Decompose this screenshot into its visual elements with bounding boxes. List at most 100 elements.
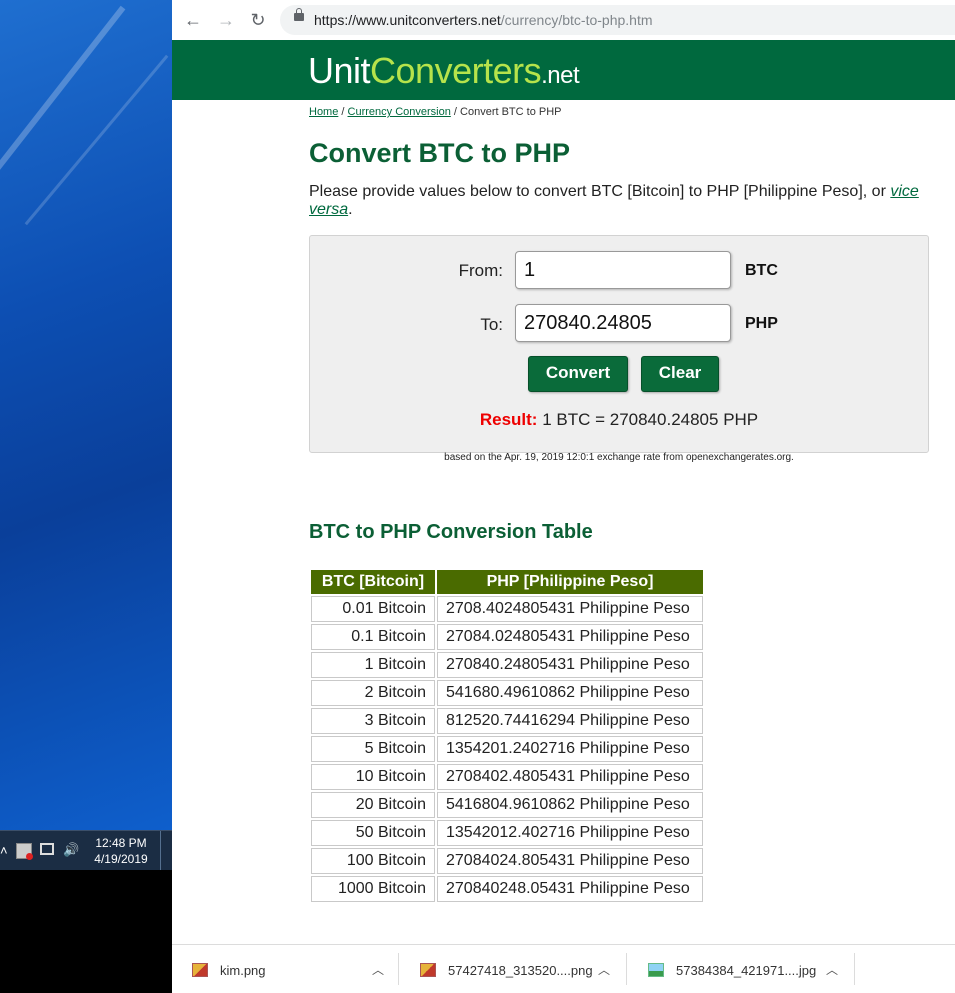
php-amount-cell: 2708402.4805431 Philippine Peso <box>437 764 703 790</box>
btc-amount-cell: 1000 Bitcoin <box>311 876 435 902</box>
taskbar-clock[interactable]: 12:48 PM 4/19/2019 <box>88 835 154 867</box>
btc-amount-cell: 10 Bitcoin <box>311 764 435 790</box>
browser-toolbar: ← → ↻ https://www.unitconverters.net/cur… <box>172 0 955 41</box>
from-unit: BTC <box>745 262 778 279</box>
btc-amount-cell: 0.01 Bitcoin <box>311 596 435 622</box>
php-amount-cell: 13542012.402716 Philippine Peso <box>437 820 703 846</box>
site-logo[interactable]: UnitConverters.net <box>308 50 580 92</box>
download-item[interactable]: 57427418_313520....png ︿ <box>400 945 627 993</box>
btc-amount-cell: 1 Bitcoin <box>311 652 435 678</box>
download-item[interactable]: kim.png ︿ <box>172 945 399 993</box>
action-center-flag-icon[interactable] <box>16 843 33 860</box>
intro-paragraph: Please provide values below to convert B… <box>309 183 929 219</box>
table-row: 0.01 Bitcoin 2708.4024805431 Philippine P… <box>311 596 703 622</box>
btc-amount-cell: 20 Bitcoin <box>311 792 435 818</box>
url-host: https://www.unitconverters.net <box>314 12 501 28</box>
desktop-wallpaper <box>0 0 172 830</box>
site-header: UnitConverters.net <box>172 40 955 100</box>
show-desktop-button[interactable] <box>160 831 171 871</box>
php-amount-cell: 27084.024805431 Philippine Peso <box>437 624 703 650</box>
to-unit: PHP <box>745 315 778 332</box>
php-amount-cell: 812520.74416294 Philippine Peso <box>437 708 703 734</box>
breadcrumb: Home / Currency Conversion / Convert BTC… <box>309 106 562 118</box>
chevron-up-icon[interactable]: ︿ <box>598 961 610 978</box>
breadcrumb-current: Convert BTC to PHP <box>460 106 562 118</box>
result-value: 1 BTC = 270840.24805 PHP <box>537 410 759 429</box>
result-label: Result: <box>479 410 538 429</box>
image-file-icon <box>420 963 436 977</box>
url-text[interactable]: https://www.unitconverters.net/currency/… <box>314 12 653 28</box>
table-row: 2 Bitcoin 541680.49610862 Philippine Peso <box>311 680 703 706</box>
table-row: 20 Bitcoin 5416804.9610862 Philippine Pes… <box>311 792 703 818</box>
column-header-php: PHP [Philippine Peso] <box>437 570 703 594</box>
image-file-icon <box>192 963 208 977</box>
clock-time: 12:48 PM <box>95 836 147 850</box>
table-row: 100 Bitcoin 27084024.805431 Philippine Pe… <box>311 848 703 874</box>
php-amount-cell: 541680.49610862 Philippine Peso <box>437 680 703 706</box>
intro-end: . <box>348 201 353 218</box>
conversion-table-title: BTC to PHP Conversion Table <box>309 521 593 543</box>
network-icon[interactable] <box>40 843 54 855</box>
download-filename: 57384384_421971....jpg <box>676 963 817 978</box>
column-header-btc: BTC [Bitcoin] <box>311 570 435 594</box>
forward-arrow-icon[interactable]: → <box>214 8 238 32</box>
conversion-table: BTC [Bitcoin] PHP [Philippine Peso] 0.01… <box>309 568 705 904</box>
wallpaper-light-streak <box>0 5 126 215</box>
php-amount-cell: 270840248.05431 Philippine Peso <box>437 876 703 902</box>
download-bar: kim.png ︿ 57427418_313520....png ︿ 57384… <box>172 944 955 993</box>
logo-net: .net <box>541 62 580 89</box>
conversion-result: Result: 1 BTC = 270840.24805 PHP <box>310 410 928 430</box>
download-filename: 57427418_313520....png <box>448 963 593 978</box>
to-input[interactable] <box>515 304 731 342</box>
breadcrumb-category-link[interactable]: Currency Conversion <box>348 106 451 118</box>
back-arrow-icon[interactable]: ← <box>181 8 205 32</box>
table-row: 50 Bitcoin 13542012.402716 Philippine Pes… <box>311 820 703 846</box>
btc-amount-cell: 100 Bitcoin <box>311 848 435 874</box>
breadcrumb-separator: / <box>338 106 348 118</box>
php-amount-cell: 27084024.805431 Philippine Peso <box>437 848 703 874</box>
breadcrumb-home-link[interactable]: Home <box>309 106 338 118</box>
php-amount-cell: 2708.4024805431 Philippine Peso <box>437 596 703 622</box>
btc-amount-cell: 0.1 Bitcoin <box>311 624 435 650</box>
table-row: 0.1 Bitcoin 27084.024805431 Philippine Pe… <box>311 624 703 650</box>
divider <box>854 953 855 985</box>
table-row: 1 Bitcoin 270840.24805431 Philippine Peso <box>311 652 703 678</box>
btc-amount-cell: 5 Bitcoin <box>311 736 435 762</box>
clear-button[interactable]: Clear <box>641 356 719 392</box>
convert-button[interactable]: Convert <box>528 356 628 392</box>
php-amount-cell: 5416804.9610862 Philippine Peso <box>437 792 703 818</box>
table-row: 3 Bitcoin 812520.74416294 Philippine Peso <box>311 708 703 734</box>
windows-taskbar: ˄ 🔊 12:48 PM 4/19/2019 <box>0 830 172 871</box>
divider <box>398 953 399 985</box>
url-path: /currency/btc-to-php.htm <box>500 12 653 28</box>
volume-icon[interactable]: 🔊 <box>63 842 79 858</box>
page-title: Convert BTC to PHP <box>309 138 571 168</box>
reload-icon[interactable]: ↻ <box>246 8 270 32</box>
download-item[interactable]: 57384384_421971....jpg ︿ <box>628 945 855 993</box>
php-amount-cell: 1354201.2402716 Philippine Peso <box>437 736 703 762</box>
to-label: To: <box>480 315 503 334</box>
lock-icon[interactable] <box>294 8 304 21</box>
logo-converters: Converters <box>370 50 542 91</box>
address-bar[interactable]: https://www.unitconverters.net/currency/… <box>280 5 955 35</box>
table-row: 10 Bitcoin 2708402.4805431 Philippine Pes… <box>311 764 703 790</box>
from-input[interactable] <box>515 251 731 289</box>
chevron-up-icon[interactable]: ︿ <box>826 961 838 978</box>
jpg-file-icon <box>648 963 664 977</box>
wallpaper-light-streak <box>24 54 169 226</box>
intro-text: Please provide values below to convert B… <box>309 183 891 200</box>
divider <box>626 953 627 985</box>
table-header-row: BTC [Bitcoin] PHP [Philippine Peso] <box>311 570 703 594</box>
table-row: 1000 Bitcoin 270840248.05431 Philippine P… <box>311 876 703 902</box>
browser-window: ← → ↻ https://www.unitconverters.net/cur… <box>172 0 955 993</box>
converter-box: From: BTC To: PHP Convert Clear Result: … <box>309 235 929 453</box>
btc-amount-cell: 2 Bitcoin <box>311 680 435 706</box>
chevron-up-icon[interactable]: ︿ <box>372 961 384 978</box>
black-area <box>0 870 172 992</box>
tray-overflow-chevron-icon[interactable]: ˄ <box>0 843 8 858</box>
logo-unit: Unit <box>308 50 371 91</box>
clock-date: 4/19/2019 <box>94 852 148 866</box>
btc-amount-cell: 3 Bitcoin <box>311 708 435 734</box>
btc-amount-cell: 50 Bitcoin <box>311 820 435 846</box>
download-filename: kim.png <box>220 963 266 978</box>
